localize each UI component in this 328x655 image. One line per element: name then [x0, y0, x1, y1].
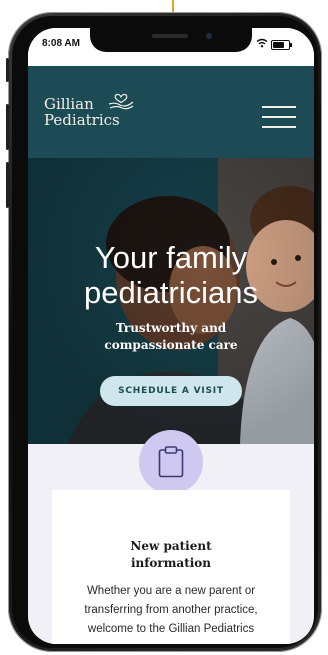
card-title-line1: New patient — [130, 539, 212, 553]
card-title-line2: information — [130, 556, 212, 570]
logo-text-line2: Pediatrics — [44, 111, 120, 129]
phone-screen: 8:08 AM Gillian Pediatrics Your family p… — [28, 28, 314, 644]
card-body-line3: welcome to the Gillian Pediatrics — [87, 623, 255, 635]
clipboard-icon — [158, 446, 184, 478]
front-camera-icon — [206, 33, 212, 39]
phone-side-button — [6, 162, 9, 208]
hero-banner: Your family pediatricians Trustworthy an… — [28, 158, 314, 444]
status-bar: 8:08 AM — [28, 28, 314, 66]
battery-icon — [271, 40, 292, 50]
card-body-line2: transferring from another practice, — [84, 604, 258, 616]
new-patient-card[interactable]: New patient information Whether you are … — [52, 490, 290, 644]
wifi-icon — [256, 38, 268, 48]
card-title: New patient information — [52, 538, 290, 572]
hero-title-line2: pediatricians — [83, 275, 259, 310]
hero-title-line1: Your family — [94, 240, 248, 275]
notch — [90, 28, 252, 52]
hamburger-menu-icon[interactable] — [262, 106, 296, 128]
card-body: Whether you are a new parent or transfer… — [58, 582, 284, 639]
hero-subtitle-line2: compassionate care — [104, 338, 238, 352]
hero-subtitle-line1: Trustworthy and — [115, 321, 227, 335]
hero-title: Your family pediatricians — [28, 240, 314, 310]
phone-side-button — [6, 104, 9, 150]
heart-hand-logo-icon — [108, 93, 134, 110]
schedule-visit-button[interactable]: SCHEDULE A VISIT — [100, 376, 242, 406]
site-header: Gillian Pediatrics — [28, 66, 314, 158]
speaker-grille — [152, 34, 188, 38]
card-body-line1: Whether you are a new parent or — [86, 585, 256, 597]
phone-side-button — [6, 58, 9, 82]
status-time: 8:08 AM — [42, 38, 80, 49]
hero-subtitle: Trustworthy and compassionate care — [28, 320, 314, 354]
